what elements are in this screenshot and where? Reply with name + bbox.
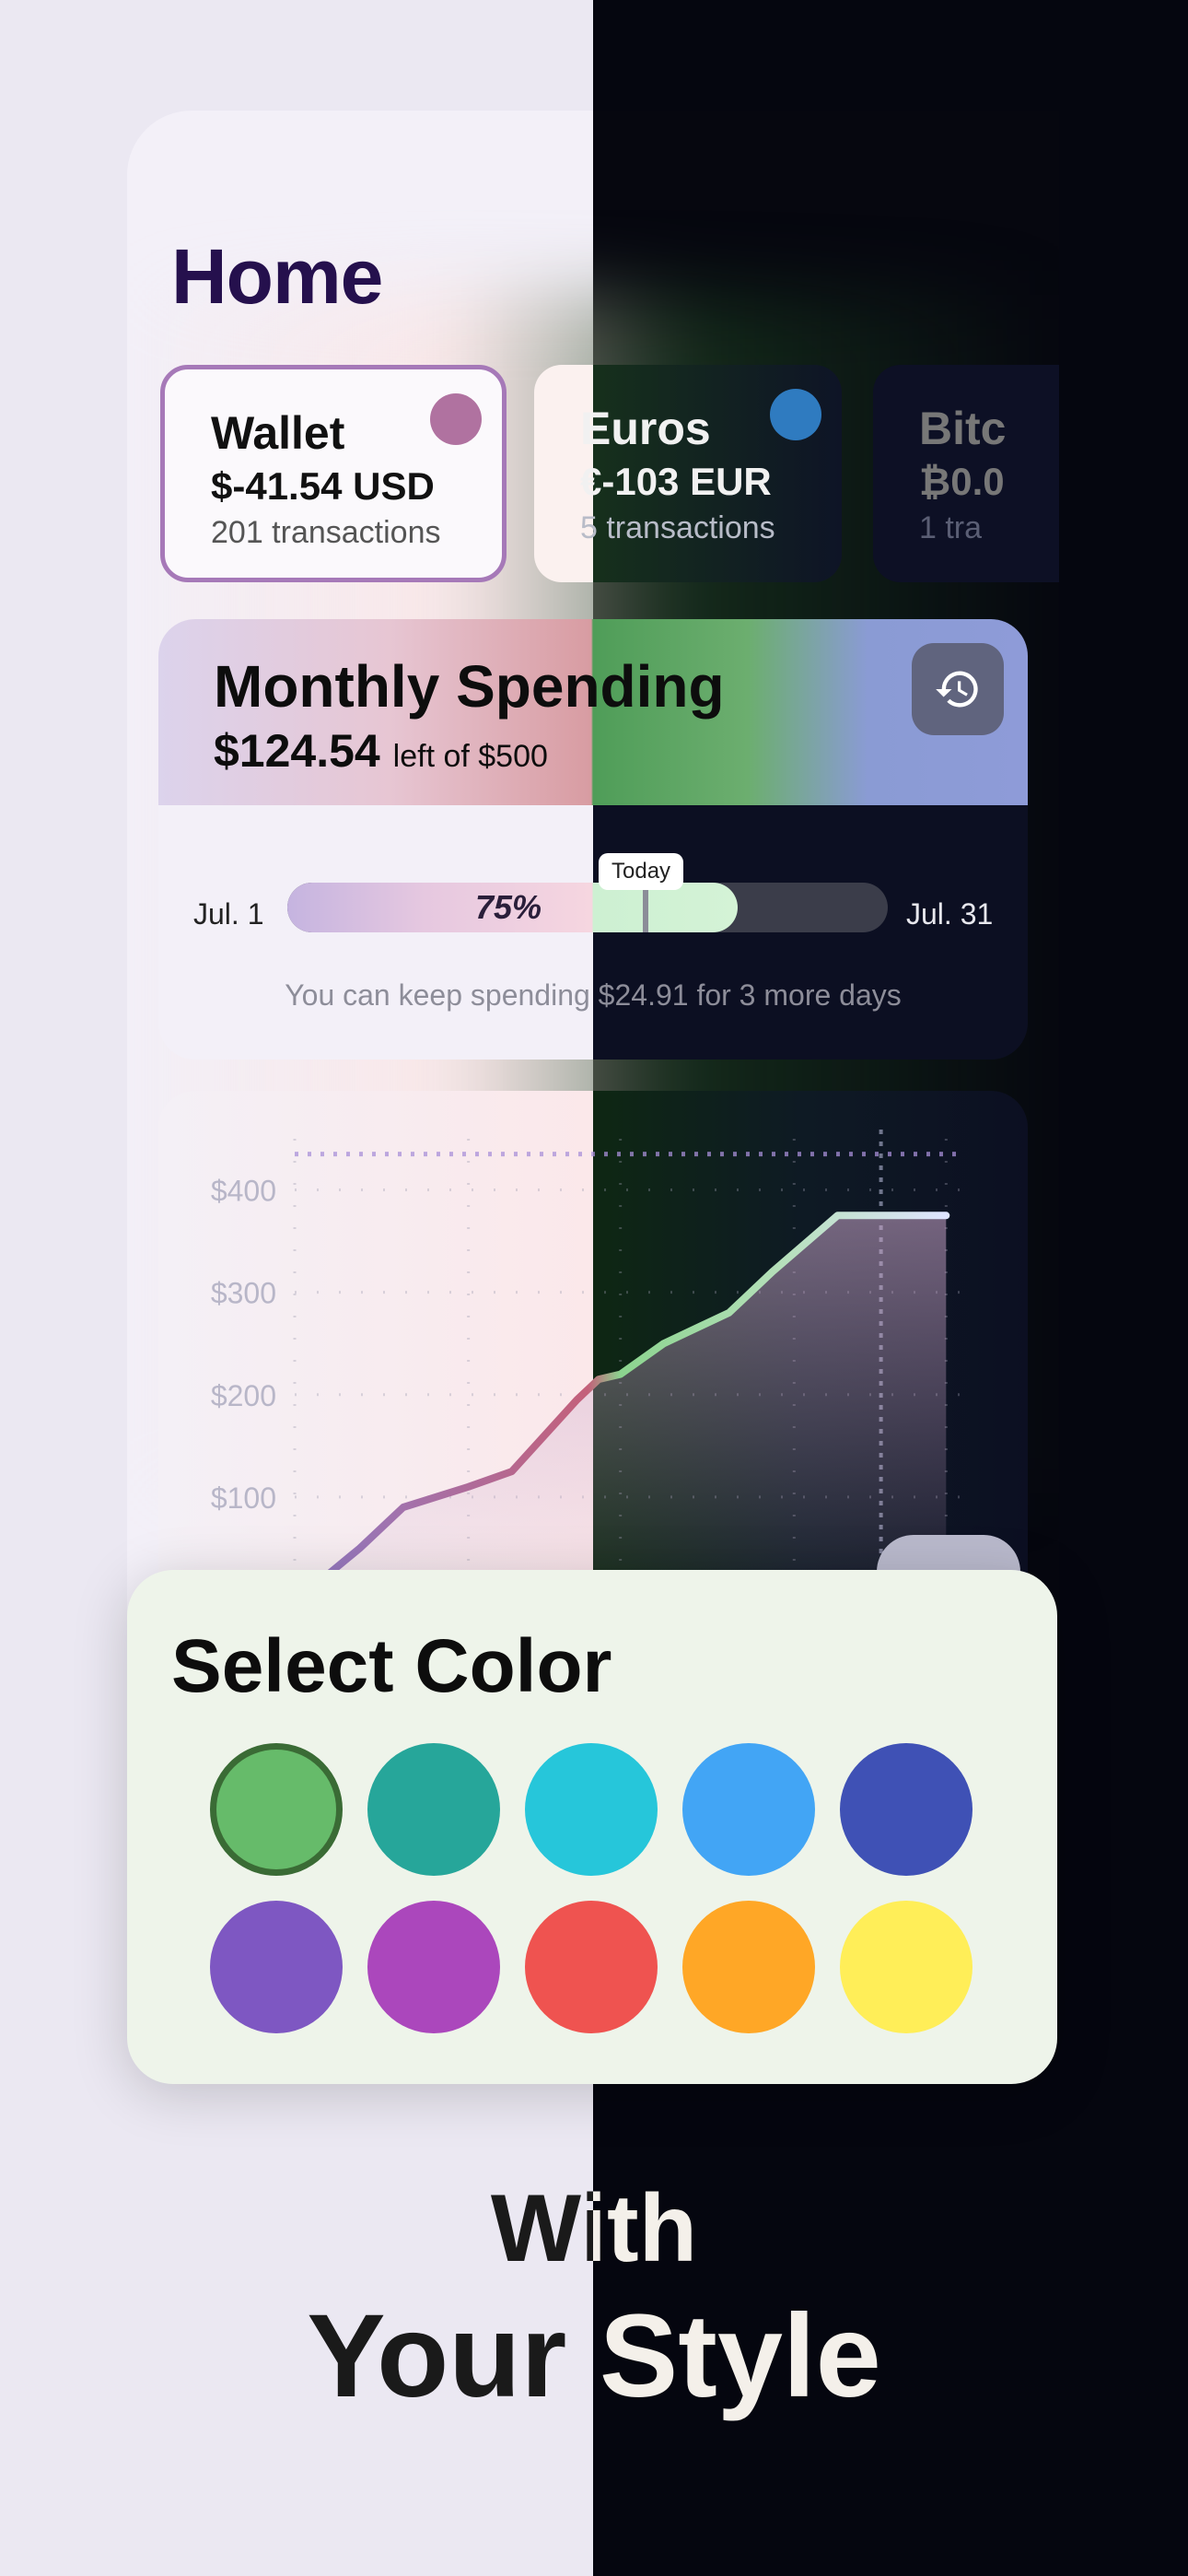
period-start-label: Jul. 1 [193,897,264,931]
color-swatch-orange[interactable] [682,1901,815,2033]
y-tick-label: $400 [211,1175,276,1208]
spending-note: You can keep spending $24.91 for 3 more … [285,978,902,1012]
color-swatch-indigo[interactable] [840,1743,973,1876]
account-name: Bitc [919,403,1007,454]
spending-progress-bar: 75% [287,883,888,932]
history-icon [936,671,978,708]
account-balance: $-41.54 USD [211,464,435,508]
spending-amount: $124.54 left of $500 [214,724,548,778]
account-balance: €-103 EUR [580,460,772,503]
color-swatch-teal[interactable] [367,1743,500,1876]
y-tick-label: $200 [211,1379,276,1412]
spending-title: Monthly Spending [214,653,725,720]
y-tick-label: $100 [211,1481,276,1515]
tagline-line-2: Your Style [0,2289,1188,2424]
tagline-line-1: With [0,2174,1188,2284]
account-transactions: 201 transactions [211,515,441,550]
today-marker [643,886,648,932]
color-swatch-blue[interactable] [682,1743,815,1876]
history-button[interactable] [912,643,1004,735]
app-screen: Home Wallet $-41.54 USD 201 transactions… [127,111,1059,1751]
account-card-bitcoin[interactable]: Bitc ₿0.0 1 tra [873,365,1059,582]
account-card-wallet[interactable]: Wallet $-41.54 USD 201 transactions [160,365,507,582]
account-transactions: 1 tra [919,510,983,545]
spending-progress-label: 75% [475,888,542,926]
color-swatch-purple[interactable] [367,1901,500,2033]
period-end-label: Jul. 31 [906,897,994,931]
account-color-dot [770,389,821,440]
color-swatch-green[interactable] [210,1743,343,1876]
spending-amount-value: $124.54 [214,725,380,777]
page-title: Home [171,233,383,320]
account-balance: ₿0.0 [919,460,1005,503]
account-transactions: 5 transactions [580,510,775,545]
account-card-euros[interactable]: Euros €-103 EUR 5 transactions [534,365,842,582]
select-color-sheet: Select Color [127,1570,1057,2084]
y-tick-label: $300 [211,1277,276,1310]
sheet-title: Select Color [171,1624,612,1708]
color-swatch-deep-purple[interactable] [210,1901,343,2033]
today-label: Today [599,853,684,890]
account-color-dot [430,393,482,445]
monthly-spending-card[interactable]: Monthly Spending $124.54 left of $500 Ju… [158,619,1028,1060]
color-swatch-red[interactable] [525,1901,658,2033]
color-swatch-cyan[interactable] [525,1743,658,1876]
color-swatch-yellow[interactable] [840,1901,973,2033]
spending-amount-suffix: left of $500 [392,739,548,774]
